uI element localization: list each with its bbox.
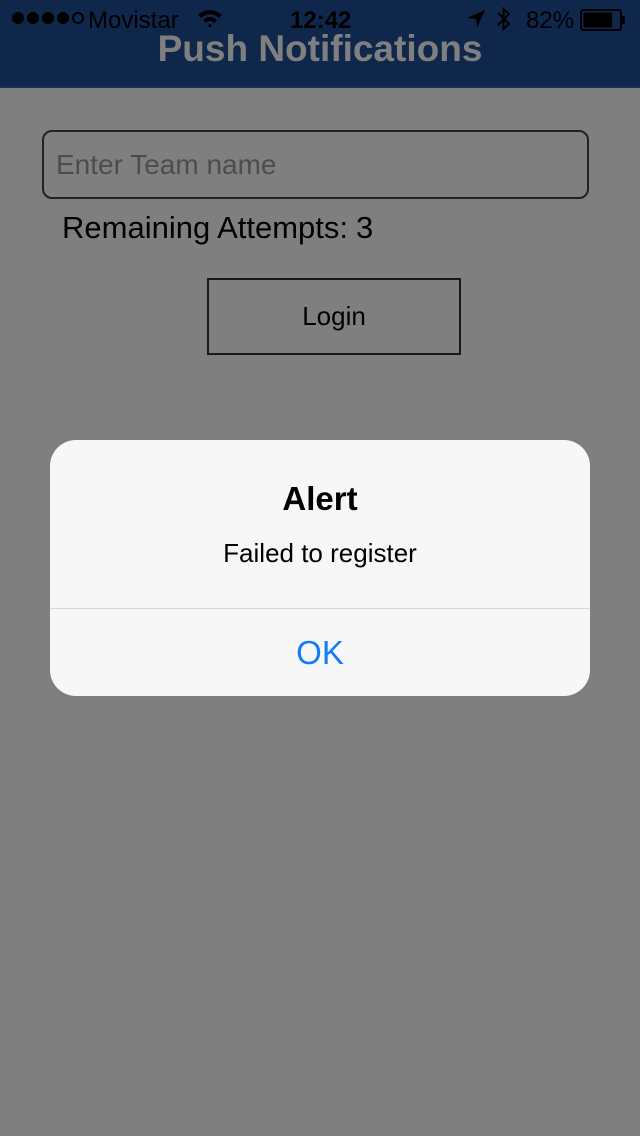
alert-title: Alert	[282, 480, 358, 517]
alert-message: Failed to register	[223, 538, 417, 568]
ok-button[interactable]: OK	[50, 609, 590, 696]
alert-dialog: Alert Failed to register OK	[50, 440, 590, 696]
